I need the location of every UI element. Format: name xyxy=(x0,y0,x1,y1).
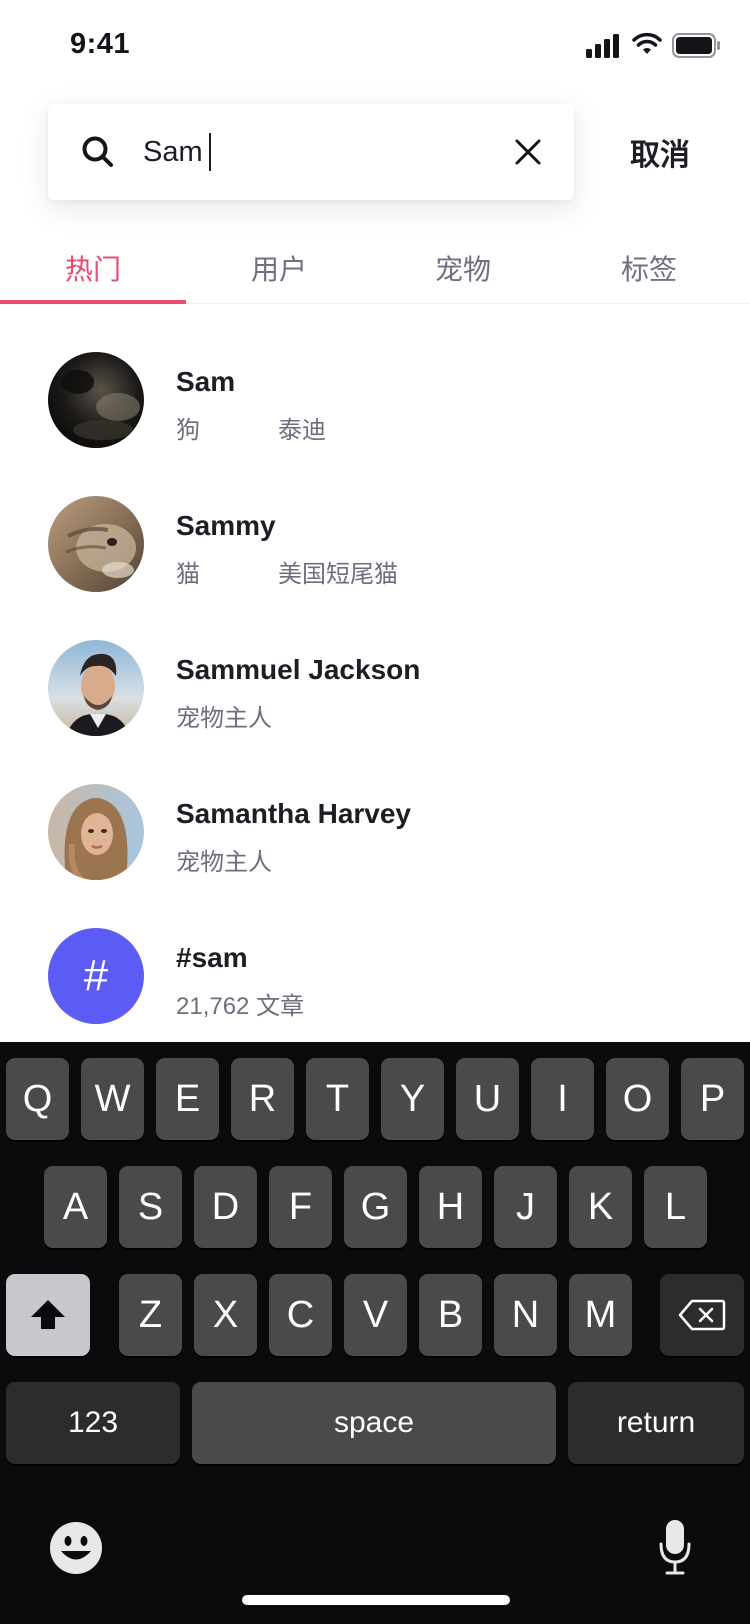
return-key[interactable]: return xyxy=(568,1382,744,1464)
result-item[interactable]: Samantha Harvey 宠物主人 xyxy=(0,784,750,904)
home-indicator xyxy=(242,1595,510,1605)
man-portrait-photo xyxy=(48,640,144,736)
result-name: Sam xyxy=(176,366,236,397)
status-bar: 9:41 xyxy=(0,0,750,90)
result-item[interactable]: Sammuel Jackson 宠物主人 xyxy=(0,640,750,760)
result-role: 宠物主人 xyxy=(176,849,272,876)
result-item[interactable]: Sammy 猫 美国短尾猫 xyxy=(0,496,750,616)
search-box[interactable] xyxy=(48,104,574,200)
tab-pets[interactable]: 宠物 xyxy=(370,248,556,288)
tab-tags[interactable]: 标签 xyxy=(556,248,742,288)
result-name: Sammuel Jackson xyxy=(176,654,421,685)
woman-portrait-photo xyxy=(48,784,144,880)
shift-arrow-icon xyxy=(31,1300,65,1329)
status-time: 9:41 xyxy=(70,28,131,60)
battery-icon xyxy=(672,33,720,58)
result-species: 猫 xyxy=(176,561,200,588)
shift-key[interactable] xyxy=(6,1274,90,1356)
result-item[interactable]: # #sam 21,762 文章 xyxy=(0,928,750,1048)
key-d[interactable]: D xyxy=(194,1166,257,1248)
result-item[interactable]: Sam 狗 泰迪 xyxy=(0,352,750,472)
key-v[interactable]: V xyxy=(344,1274,407,1356)
result-name: #sam xyxy=(176,942,248,973)
dark-cat-photo xyxy=(48,352,144,448)
avatar xyxy=(48,784,144,880)
key-j[interactable]: J xyxy=(494,1166,557,1248)
key-h[interactable]: H xyxy=(419,1166,482,1248)
key-w[interactable]: W xyxy=(81,1058,144,1140)
key-o[interactable]: O xyxy=(606,1058,669,1140)
avatar xyxy=(48,496,144,592)
result-breed: 美国短尾猫 xyxy=(278,561,398,588)
tab-popular[interactable]: 热门 xyxy=(0,248,186,288)
result-role: 宠物主人 xyxy=(176,705,272,732)
microphone-icon[interactable] xyxy=(658,1518,692,1576)
emoji-icon[interactable] xyxy=(48,1520,104,1576)
key-m[interactable]: M xyxy=(569,1274,632,1356)
key-e[interactable]: E xyxy=(156,1058,219,1140)
key-g[interactable]: G xyxy=(344,1166,407,1248)
key-l[interactable]: L xyxy=(644,1166,707,1248)
key-u[interactable]: U xyxy=(456,1058,519,1140)
key-s[interactable]: S xyxy=(119,1166,182,1248)
tab-users[interactable]: 用户 xyxy=(186,248,372,288)
filter-tabs: 热门 用户 宠物 标签 xyxy=(0,230,750,304)
backspace-key[interactable] xyxy=(660,1274,744,1356)
key-z[interactable]: Z xyxy=(119,1274,182,1356)
key-k[interactable]: K xyxy=(569,1166,632,1248)
cellular-signal-icon xyxy=(586,34,619,58)
key-f[interactable]: F xyxy=(269,1166,332,1248)
cancel-button[interactable]: 取消 xyxy=(630,130,690,174)
result-name: Samantha Harvey xyxy=(176,798,412,829)
result-breed: 泰迪 xyxy=(278,417,326,444)
result-species: 狗 xyxy=(176,417,200,444)
key-y[interactable]: Y xyxy=(381,1058,444,1140)
key-r[interactable]: R xyxy=(231,1058,294,1140)
key-x[interactable]: X xyxy=(194,1274,257,1356)
result-post-count: 21,762 文章 xyxy=(176,993,305,1020)
result-name: Sammy xyxy=(176,510,276,541)
search-input[interactable] xyxy=(143,128,473,176)
search-icon xyxy=(82,136,113,167)
key-t[interactable]: T xyxy=(306,1058,369,1140)
active-tab-indicator xyxy=(0,300,186,304)
key-c[interactable]: C xyxy=(269,1274,332,1356)
avatar xyxy=(48,352,144,448)
avatar xyxy=(48,640,144,736)
backspace-icon xyxy=(678,1299,726,1331)
text-caret xyxy=(209,133,211,171)
key-p[interactable]: P xyxy=(681,1058,744,1140)
numbers-key[interactable]: 123 xyxy=(6,1382,180,1464)
space-key[interactable]: space xyxy=(192,1382,556,1464)
key-i[interactable]: I xyxy=(531,1058,594,1140)
key-b[interactable]: B xyxy=(419,1274,482,1356)
key-q[interactable]: Q xyxy=(6,1058,69,1140)
clear-search-icon[interactable] xyxy=(510,134,546,170)
key-a[interactable]: A xyxy=(44,1166,107,1248)
tabby-cat-photo xyxy=(48,496,144,592)
hash-icon: # xyxy=(48,928,144,1024)
key-n[interactable]: N xyxy=(494,1274,557,1356)
keyboard: Q W E R T Y U I O P A S D F G H J K L Z … xyxy=(0,1042,750,1624)
wifi-icon xyxy=(632,32,662,54)
